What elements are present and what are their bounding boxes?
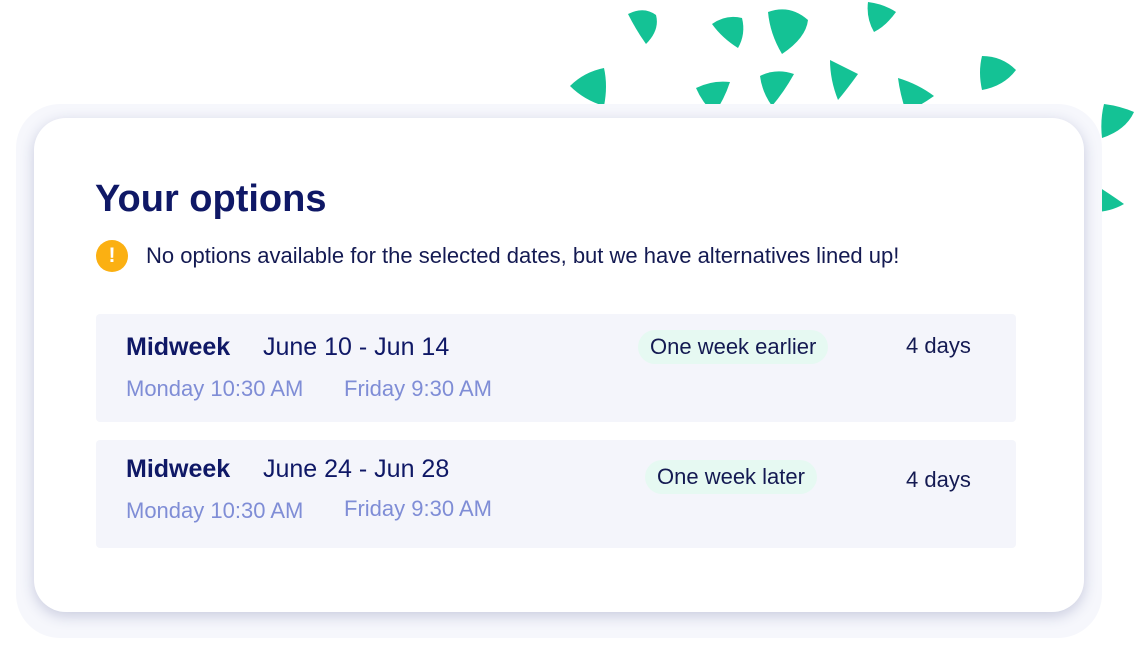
- option-date-range: June 24 - Jun 28: [263, 455, 450, 483]
- option-kind: Midweek: [126, 333, 231, 361]
- notice-text: No options available for the selected da…: [146, 243, 900, 268]
- option-tag: One week earlier: [638, 330, 829, 364]
- option-kind: Midweek: [126, 455, 231, 483]
- confetti-shape: [867, 2, 896, 32]
- option-check-in: Monday 10:30 AM: [126, 498, 304, 523]
- confetti-shape: [760, 71, 794, 106]
- option-check-in: Monday 10:30 AM: [126, 376, 304, 401]
- option-row[interactable]: Midweek June 10 - Jun 14 Monday 10:30 AM…: [96, 314, 1016, 422]
- option-duration: 4 days: [906, 467, 971, 492]
- confetti-shape: [830, 60, 858, 100]
- page-title: Your options: [95, 178, 327, 220]
- warning-icon: !: [96, 240, 128, 272]
- confetti-shape: [712, 16, 744, 48]
- option-duration: 4 days: [906, 333, 971, 358]
- confetti-shape: [570, 68, 606, 106]
- confetti-shape: [628, 10, 657, 44]
- option-check-out: Friday 9:30 AM: [344, 496, 492, 521]
- option-check-out: Friday 9:30 AM: [344, 376, 492, 401]
- page: Your options ! No options available for …: [0, 0, 1134, 656]
- option-date-range: June 10 - Jun 14: [263, 333, 450, 361]
- confetti-shape: [768, 9, 808, 55]
- options-card: Your options ! No options available for …: [34, 118, 1084, 612]
- confetti-shape: [980, 56, 1016, 90]
- option-row[interactable]: Midweek June 24 - Jun 28 Monday 10:30 AM…: [96, 440, 1016, 548]
- option-tag: One week later: [645, 460, 817, 494]
- confetti-shape: [1101, 104, 1134, 138]
- availability-notice: ! No options available for the selected …: [96, 240, 899, 272]
